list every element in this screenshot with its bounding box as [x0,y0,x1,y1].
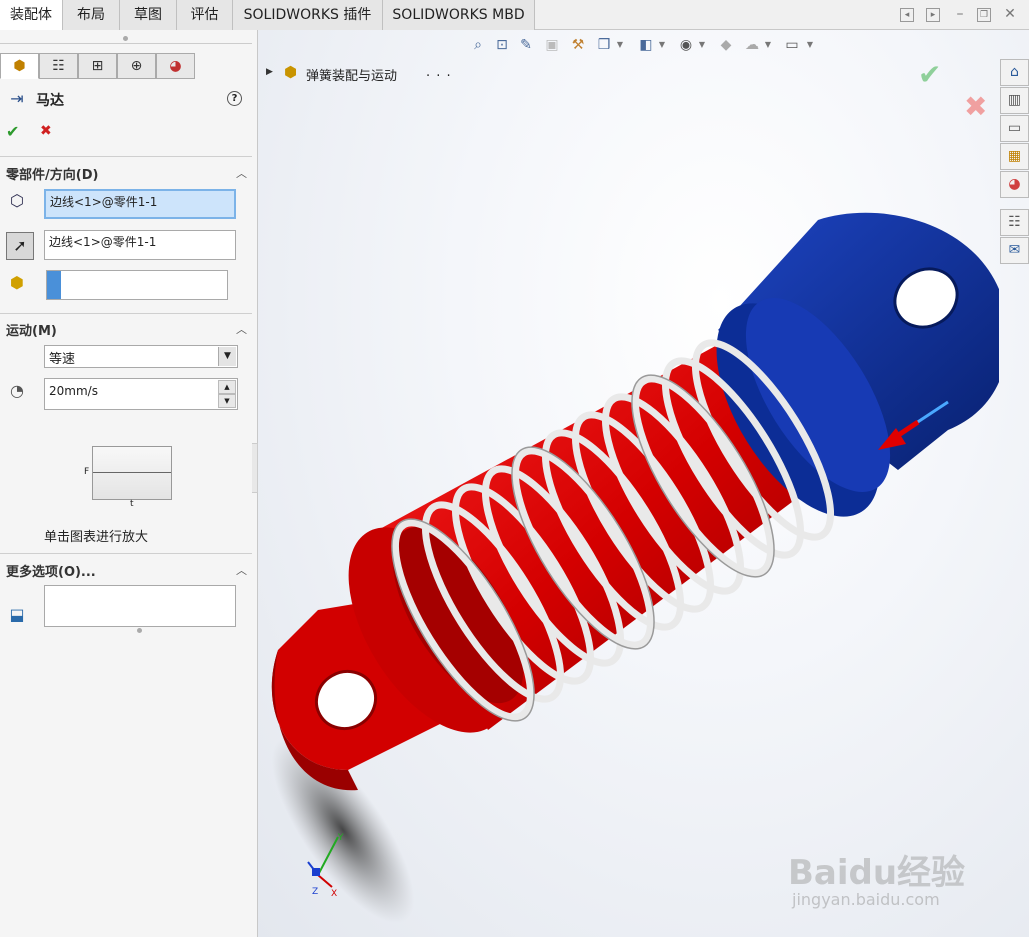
property-manager: ⬢ ☷ ⊞ ⊕ ◕ ⇥ 马达 ? ✔ ✖ 零部件/方向(D) ︿ ⬡ 边线<1>… [0,30,258,937]
feature-title: 马达 [36,93,64,109]
cancel-icon[interactable]: ✖ [40,123,52,139]
feature-manager-icon: ⬢ [13,58,26,74]
motion-profile-graph[interactable] [92,446,172,500]
appearances-tab[interactable]: ◕ [1000,171,1029,198]
tab-layout[interactable]: 布局 [63,0,120,30]
crosshair-icon: ⊕ [130,58,143,74]
relative-component-field[interactable] [46,270,228,300]
tab-sketch[interactable]: 草图 [120,0,177,30]
graph-hint: 单击图表进行放大 [44,530,149,545]
appearances-icon: ◕ [1008,176,1021,192]
graphics-area[interactable]: ⌕ ⊡ ✎ ▣ ⚒ ❒ ▼ ◧ ▼ ◉ ▼ ◆ ☁ ▼ ▭ ▼ ▶ ⬢ 弹簧装配… [258,30,1029,937]
configuration-manager-tab[interactable]: ⊞ [78,53,117,79]
motion-type-value: 等速 [49,352,76,367]
command-manager-tabs: 装配体 布局 草图 评估 SOLIDWORKS 插件 SOLIDWORKS MB… [0,0,1029,31]
splitter-dot[interactable] [123,36,128,41]
tab-assembly[interactable]: 装配体 [0,0,63,31]
chat-icon: ✉ [1008,242,1021,258]
motor-icon: ⇥ [10,89,24,108]
collapse-right-icon[interactable]: ▸ [926,8,940,22]
tab-evaluate[interactable]: 评估 [177,0,233,30]
speed-value: 20mm/s [49,384,98,398]
view-palette-icon: ▦ [1007,148,1022,164]
solidworks-resources-tab[interactable]: ⌂ [1000,59,1029,86]
collapse-left-icon[interactable]: ◂ [900,8,914,22]
folder-icon: ▭ [1007,120,1022,136]
forum-tab[interactable]: ✉ [1000,237,1029,264]
configuration-icon: ⊞ [91,58,104,74]
design-library-tab[interactable]: ▥ [1000,87,1029,114]
design-library-icon: ▥ [1007,92,1022,108]
section-motion[interactable]: 运动(M) [6,320,57,339]
close-icon[interactable]: ✕ [1003,7,1017,22]
reverse-direction-button[interactable]: ➚ [6,232,34,260]
spin-up-icon[interactable]: ▲ [218,380,236,394]
triad-z-label: Z [312,887,318,897]
restore-icon[interactable]: ❐ [977,8,991,22]
property-manager-icon: ☷ [52,58,65,74]
view-palette-tab[interactable]: ▦ [1000,143,1029,170]
graph-f-label: F [84,467,90,477]
display-manager-tab[interactable]: ◕ [156,53,195,79]
help-icon[interactable]: ? [227,91,242,106]
graph-t-label: t [130,499,134,509]
panel-header-strip [0,30,252,44]
model-viewport[interactable]: Y X Z [258,30,999,937]
selection-color-swatch [47,271,61,299]
watermark-brand: Baidu经验 [788,853,966,893]
speed-gauge-icon: ◔ [10,381,24,400]
component-to-move-icon: ⬢ [10,273,24,292]
direction-selection-field[interactable]: 边线<1>@零件1-1 [44,230,236,260]
section-component-direction[interactable]: 零部件/方向(D) [6,164,98,183]
profile-line [93,472,171,473]
speed-input[interactable]: 20mm/s ▲ ▼ [44,378,238,410]
more-options-field[interactable] [44,585,236,627]
appearance-icon: ◕ [169,58,182,74]
edge-select-icon: ⬡ [10,191,24,210]
section-divider [0,553,252,554]
section-divider [0,156,252,157]
triad-x-label: X [331,889,337,899]
collapse-chevron-icon[interactable]: ︿ [236,321,247,337]
tab-solidworks-mbd[interactable]: SOLIDWORKS MBD [383,0,535,30]
component-selection-field[interactable]: 边线<1>@零件1-1 [44,189,236,219]
file-explorer-tab[interactable]: ▭ [1000,115,1029,142]
tab-solidworks-addins[interactable]: SOLIDWORKS 插件 [233,0,383,30]
reverse-direction-icon: ➚ [13,236,27,255]
collapse-chevron-icon[interactable]: ︿ [236,165,247,181]
spin-down-icon[interactable]: ▼ [218,394,236,408]
collapse-chevron-icon[interactable]: ︿ [236,562,247,578]
triad-y-label: Y [337,833,344,843]
watermark-url: jingyan.baidu.com [792,890,940,909]
load-bearing-icon: ⬓ [9,605,25,624]
motion-type-select[interactable]: 等速 ▼ [44,345,238,368]
home-icon: ⌂ [1010,64,1019,80]
section-more-options[interactable]: 更多选项(O)... [6,561,96,580]
property-manager-tab[interactable]: ☷ [39,53,78,79]
properties-icon: ☷ [1008,214,1021,230]
chevron-down-icon[interactable]: ▼ [218,347,236,366]
ok-icon[interactable]: ✔ [6,122,19,141]
minimize-icon[interactable]: – [953,7,967,22]
feature-manager-tab[interactable]: ⬢ [0,53,39,79]
dimxpert-tab[interactable]: ⊕ [117,53,156,79]
section-divider [0,313,252,314]
custom-properties-tab[interactable]: ☷ [1000,209,1029,236]
resize-dot[interactable] [137,628,142,633]
